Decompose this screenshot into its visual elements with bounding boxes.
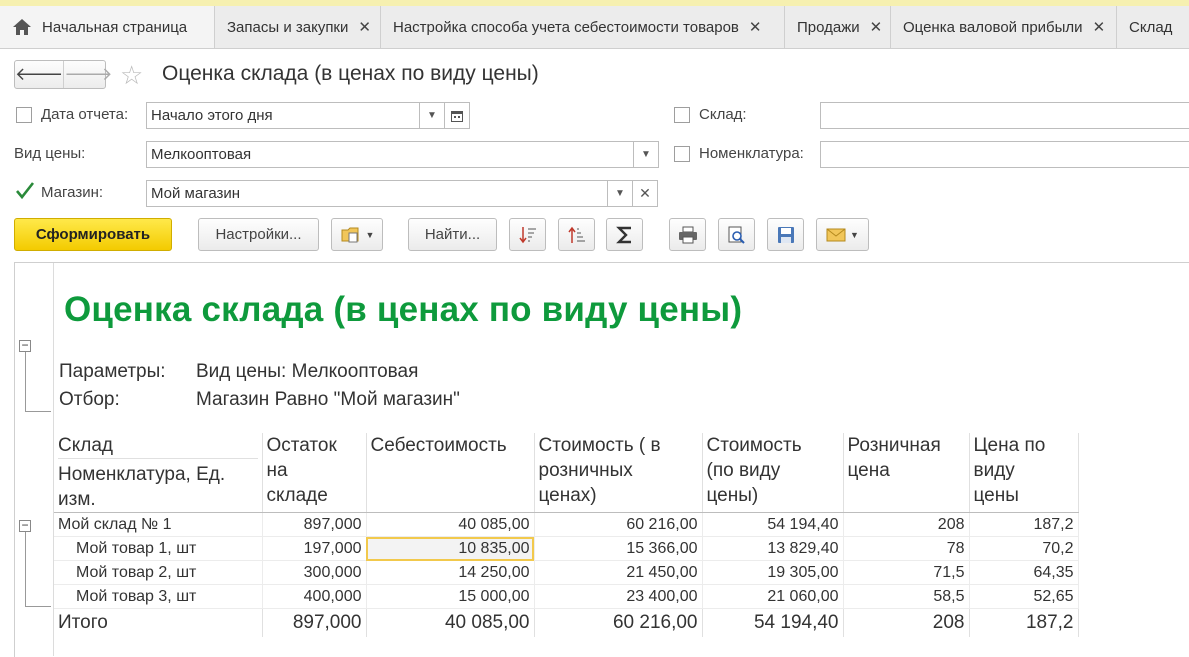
- print-preview-button[interactable]: [718, 218, 755, 251]
- tab-warehouse[interactable]: Склад: [1117, 6, 1189, 48]
- tab-bar: Начальная страница Запасы и закупки ✕ На…: [0, 0, 1189, 49]
- selected-cell[interactable]: 10 835,00: [366, 536, 535, 561]
- nav-buttons: 🡐 🡒: [14, 60, 113, 89]
- envelope-icon: [826, 228, 846, 241]
- column-header: Склад Номенклатура, Ед. изм.: [54, 433, 263, 513]
- nomenclature-field[interactable]: [820, 141, 1189, 168]
- total-row[interactable]: Итого 897,000 40 085,00 60 216,00 54 194…: [54, 608, 1079, 637]
- back-arrow-icon[interactable]: 🡐: [15, 61, 63, 88]
- tree-line: [25, 411, 51, 412]
- report-date-label: Дата отчета:: [41, 106, 129, 123]
- table-row[interactable]: Мой товар 3, шт 400,000 15 000,00 23 400…: [54, 584, 1079, 609]
- tree-line: [25, 352, 26, 411]
- dropdown-arrow-icon[interactable]: ▼: [607, 180, 633, 207]
- tab-label: Продажи: [797, 18, 860, 36]
- store-field[interactable]: Мой магазин: [146, 180, 608, 207]
- column-header: Цена по виду цены: [969, 433, 1079, 513]
- dropdown-arrow-icon: ▼: [365, 229, 375, 240]
- collapse-header-icon[interactable]: −: [19, 339, 31, 352]
- tab-home[interactable]: Начальная страница: [0, 6, 215, 48]
- column-header: Стоимость ( в розничных ценах): [534, 433, 703, 513]
- report-variants-icon: [341, 227, 359, 242]
- column-header: Себестоимость: [366, 433, 535, 513]
- column-header: Стоимость (по виду цены): [702, 433, 844, 513]
- dropdown-arrow-icon: ▼: [850, 229, 859, 240]
- report-date-checkbox[interactable]: [16, 107, 32, 123]
- sort-descending-icon: [518, 226, 536, 243]
- variants-button[interactable]: ▼: [331, 218, 383, 251]
- calendar-icon[interactable]: [444, 102, 470, 129]
- close-icon[interactable]: ✕: [870, 18, 883, 36]
- tab-label: Настройка способа учета себестоимости то…: [393, 18, 739, 36]
- preview-icon: [728, 226, 745, 244]
- tab-label: Запасы и закупки: [227, 18, 349, 36]
- page-title: Оценка склада (в ценах по виду цены): [162, 62, 539, 85]
- dropdown-arrow-icon[interactable]: ▼: [633, 141, 659, 168]
- table-row-group[interactable]: Мой склад № 1 897,000 40 085,00 60 216,0…: [54, 512, 1079, 537]
- price-type-field[interactable]: Мелкооптовая: [146, 141, 634, 168]
- send-email-button[interactable]: ▼: [816, 218, 869, 251]
- tab-sales[interactable]: Продажи ✕: [785, 6, 891, 48]
- floppy-disk-icon: [777, 226, 794, 243]
- filter-label: Отбор:: [59, 389, 120, 410]
- nomenclature-label: Номенклатура:: [699, 145, 804, 162]
- column-header: Остаток на складе: [262, 433, 367, 513]
- store-checkbox[interactable]: [14, 180, 36, 202]
- table-row[interactable]: Мой товар 1, шт 197,000 10 835,00 15 366…: [54, 536, 1079, 561]
- find-button[interactable]: Найти...: [408, 218, 497, 251]
- params-value: Вид цены: Мелкооптовая: [196, 361, 419, 382]
- tree-line: [25, 532, 26, 606]
- home-icon: [13, 19, 31, 35]
- save-button[interactable]: [767, 218, 804, 251]
- settings-button[interactable]: Настройки...: [198, 218, 319, 251]
- table-header: Склад Номенклатура, Ед. изм. Остаток на ск…: [54, 433, 1079, 513]
- store-label: Магазин:: [41, 184, 104, 201]
- favorite-star-icon[interactable]: ☆: [120, 60, 143, 90]
- sort-ascending-icon: [567, 226, 585, 243]
- tab-label: Оценка валовой прибыли: [903, 18, 1083, 36]
- printer-icon: [678, 226, 697, 243]
- print-button[interactable]: [669, 218, 706, 251]
- tab-cost-settings[interactable]: Настройка способа учета себестоимости то…: [381, 6, 785, 48]
- tab-label: Начальная страница: [42, 18, 188, 36]
- close-icon[interactable]: ✕: [749, 18, 762, 36]
- checkmark-icon: [16, 182, 35, 200]
- warehouse-label: Склад:: [699, 106, 747, 123]
- warehouse-checkbox[interactable]: [674, 107, 690, 123]
- warehouse-field[interactable]: [820, 102, 1189, 129]
- tab-gross-profit[interactable]: Оценка валовой прибыли ✕: [891, 6, 1117, 48]
- price-type-label: Вид цены:: [14, 145, 86, 162]
- close-icon[interactable]: ✕: [1093, 18, 1106, 36]
- filter-value: Магазин Равно "Мой магазин": [196, 389, 460, 410]
- sort-ascending-button[interactable]: [558, 218, 595, 251]
- sigma-icon: [615, 226, 631, 243]
- generate-button[interactable]: Сформировать: [14, 218, 172, 251]
- sum-button[interactable]: [606, 218, 643, 251]
- report-table: Склад Номенклатура, Ед. изм. Остаток на ск…: [54, 433, 1079, 637]
- nomenclature-checkbox[interactable]: [674, 146, 690, 162]
- forward-arrow-icon[interactable]: 🡒: [63, 61, 113, 88]
- report-date-field[interactable]: Начало этого дня: [146, 102, 420, 129]
- tab-label: Склад: [1129, 18, 1173, 36]
- table-row[interactable]: Мой товар 2, шт 300,000 14 250,00 21 450…: [54, 560, 1079, 585]
- params-label: Параметры:: [59, 361, 166, 382]
- sort-descending-button[interactable]: [509, 218, 546, 251]
- clear-icon[interactable]: ✕: [632, 180, 658, 207]
- collapse-group-icon[interactable]: −: [19, 519, 31, 532]
- report-title: Оценка склада (в ценах по виду цены): [64, 290, 743, 329]
- tab-inventory[interactable]: Запасы и закупки ✕: [215, 6, 381, 48]
- tree-line: [25, 606, 51, 607]
- dropdown-arrow-icon[interactable]: ▼: [419, 102, 445, 129]
- close-icon[interactable]: ✕: [358, 18, 371, 36]
- column-header: Розничная цена: [843, 433, 970, 513]
